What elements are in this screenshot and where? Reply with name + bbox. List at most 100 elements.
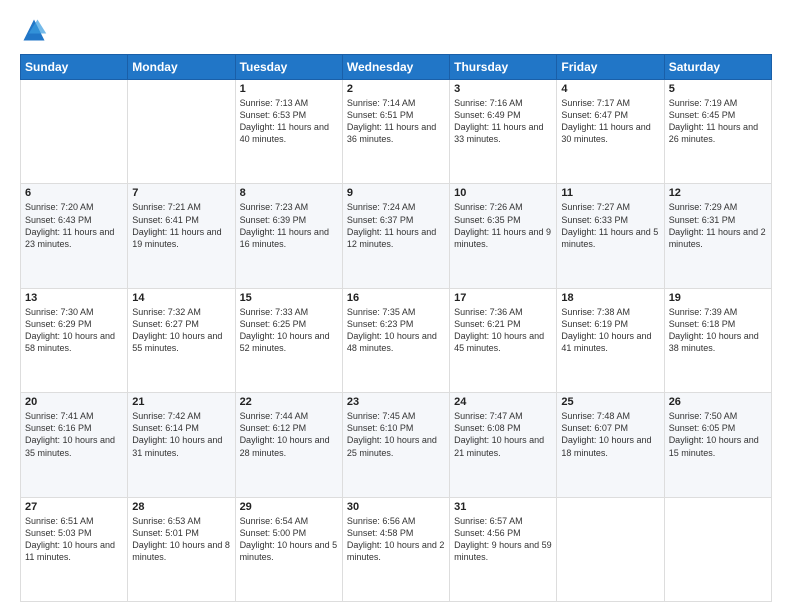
calendar-cell: 16 Sunrise: 7:35 AM Sunset: 6:23 PM Dayli… xyxy=(342,288,449,392)
calendar-cell: 19 Sunrise: 7:39 AM Sunset: 6:18 PM Dayli… xyxy=(664,288,771,392)
calendar-cell xyxy=(21,80,128,184)
cell-content: Sunrise: 7:29 AM Sunset: 6:31 PM Dayligh… xyxy=(669,201,767,250)
cell-content: Sunrise: 7:44 AM Sunset: 6:12 PM Dayligh… xyxy=(240,410,338,459)
weekday-header-monday: Monday xyxy=(128,55,235,80)
day-number: 5 xyxy=(669,83,767,95)
calendar-cell: 8 Sunrise: 7:23 AM Sunset: 6:39 PM Daylig… xyxy=(235,184,342,288)
cell-content: Sunrise: 7:32 AM Sunset: 6:27 PM Dayligh… xyxy=(132,306,230,355)
cell-content: Sunrise: 7:17 AM Sunset: 6:47 PM Dayligh… xyxy=(561,97,659,146)
cell-content: Sunrise: 7:23 AM Sunset: 6:39 PM Dayligh… xyxy=(240,201,338,250)
calendar-cell: 22 Sunrise: 7:44 AM Sunset: 6:12 PM Dayli… xyxy=(235,393,342,497)
calendar-cell: 4 Sunrise: 7:17 AM Sunset: 6:47 PM Daylig… xyxy=(557,80,664,184)
cell-content: Sunrise: 7:39 AM Sunset: 6:18 PM Dayligh… xyxy=(669,306,767,355)
day-number: 30 xyxy=(347,501,445,513)
weekday-header-friday: Friday xyxy=(557,55,664,80)
cell-content: Sunrise: 7:35 AM Sunset: 6:23 PM Dayligh… xyxy=(347,306,445,355)
calendar-cell: 24 Sunrise: 7:47 AM Sunset: 6:08 PM Dayli… xyxy=(450,393,557,497)
day-number: 3 xyxy=(454,83,552,95)
calendar-cell: 10Sunrise: 7:26 AM Sunset: 6:35 PM Dayli… xyxy=(450,184,557,288)
day-number: 18 xyxy=(561,292,659,304)
cell-content: Sunrise: 6:51 AM Sunset: 5:03 PM Dayligh… xyxy=(25,515,123,564)
calendar-cell: 14 Sunrise: 7:32 AM Sunset: 6:27 PM Dayli… xyxy=(128,288,235,392)
cell-content: Sunrise: 7:24 AM Sunset: 6:37 PM Dayligh… xyxy=(347,201,445,250)
cell-content: Sunrise: 7:14 AM Sunset: 6:51 PM Dayligh… xyxy=(347,97,445,146)
calendar-cell: 2 Sunrise: 7:14 AM Sunset: 6:51 PM Daylig… xyxy=(342,80,449,184)
calendar-cell: 31 Sunrise: 6:57 AM Sunset: 4:56 PM Dayli… xyxy=(450,497,557,601)
page: SundayMondayTuesdayWednesdayThursdayFrid… xyxy=(0,0,792,612)
day-number: 28 xyxy=(132,501,230,513)
calendar-cell xyxy=(664,497,771,601)
weekday-header-sunday: Sunday xyxy=(21,55,128,80)
day-number: 23 xyxy=(347,396,445,408)
calendar-week-5: 27 Sunrise: 6:51 AM Sunset: 5:03 PM Dayli… xyxy=(21,497,772,601)
calendar-cell: 5Sunrise: 7:19 AM Sunset: 6:45 PM Daylig… xyxy=(664,80,771,184)
day-number: 1 xyxy=(240,83,338,95)
day-number: 21 xyxy=(132,396,230,408)
calendar-cell: 3 Sunrise: 7:16 AM Sunset: 6:49 PM Daylig… xyxy=(450,80,557,184)
day-number: 13 xyxy=(25,292,123,304)
cell-content: Sunrise: 7:33 AM Sunset: 6:25 PM Dayligh… xyxy=(240,306,338,355)
day-number: 20 xyxy=(25,396,123,408)
day-number: 7 xyxy=(132,187,230,199)
cell-content: Sunrise: 7:47 AM Sunset: 6:08 PM Dayligh… xyxy=(454,410,552,459)
cell-content: Sunrise: 6:57 AM Sunset: 4:56 PM Dayligh… xyxy=(454,515,552,564)
cell-content: Sunrise: 7:27 AM Sunset: 6:33 PM Dayligh… xyxy=(561,201,659,250)
calendar-cell: 1 Sunrise: 7:13 AM Sunset: 6:53 PM Daylig… xyxy=(235,80,342,184)
calendar-cell: 7 Sunrise: 7:21 AM Sunset: 6:41 PM Daylig… xyxy=(128,184,235,288)
day-number: 31 xyxy=(454,501,552,513)
logo xyxy=(20,16,52,44)
calendar-cell: 29 Sunrise: 6:54 AM Sunset: 5:00 PM Dayli… xyxy=(235,497,342,601)
weekday-header-wednesday: Wednesday xyxy=(342,55,449,80)
calendar-cell: 20 Sunrise: 7:41 AM Sunset: 6:16 PM Dayli… xyxy=(21,393,128,497)
day-number: 14 xyxy=(132,292,230,304)
cell-content: Sunrise: 7:16 AM Sunset: 6:49 PM Dayligh… xyxy=(454,97,552,146)
cell-content: Sunrise: 7:42 AM Sunset: 6:14 PM Dayligh… xyxy=(132,410,230,459)
cell-content: Sunrise: 7:41 AM Sunset: 6:16 PM Dayligh… xyxy=(25,410,123,459)
day-number: 24 xyxy=(454,396,552,408)
day-number: 16 xyxy=(347,292,445,304)
calendar-week-1: 1 Sunrise: 7:13 AM Sunset: 6:53 PM Daylig… xyxy=(21,80,772,184)
day-number: 22 xyxy=(240,396,338,408)
calendar-cell: 21 Sunrise: 7:42 AM Sunset: 6:14 PM Dayli… xyxy=(128,393,235,497)
weekday-header-saturday: Saturday xyxy=(664,55,771,80)
cell-content: Sunrise: 7:26 AM Sunset: 6:35 PM Dayligh… xyxy=(454,201,552,250)
cell-content: Sunrise: 6:54 AM Sunset: 5:00 PM Dayligh… xyxy=(240,515,338,564)
day-number: 4 xyxy=(561,83,659,95)
day-number: 8 xyxy=(240,187,338,199)
calendar-cell: 18 Sunrise: 7:38 AM Sunset: 6:19 PM Dayli… xyxy=(557,288,664,392)
day-number: 29 xyxy=(240,501,338,513)
day-number: 26 xyxy=(669,396,767,408)
calendar-cell: 30 Sunrise: 6:56 AM Sunset: 4:58 PM Dayli… xyxy=(342,497,449,601)
cell-content: Sunrise: 7:13 AM Sunset: 6:53 PM Dayligh… xyxy=(240,97,338,146)
calendar-cell: 27 Sunrise: 6:51 AM Sunset: 5:03 PM Dayli… xyxy=(21,497,128,601)
day-number: 27 xyxy=(25,501,123,513)
day-number: 2 xyxy=(347,83,445,95)
calendar-cell: 15 Sunrise: 7:33 AM Sunset: 6:25 PM Dayli… xyxy=(235,288,342,392)
cell-content: Sunrise: 7:36 AM Sunset: 6:21 PM Dayligh… xyxy=(454,306,552,355)
day-number: 12 xyxy=(669,187,767,199)
calendar-cell: 25Sunrise: 7:48 AM Sunset: 6:07 PM Dayli… xyxy=(557,393,664,497)
weekday-header-row: SundayMondayTuesdayWednesdayThursdayFrid… xyxy=(21,55,772,80)
cell-content: Sunrise: 7:21 AM Sunset: 6:41 PM Dayligh… xyxy=(132,201,230,250)
cell-content: Sunrise: 6:56 AM Sunset: 4:58 PM Dayligh… xyxy=(347,515,445,564)
weekday-header-thursday: Thursday xyxy=(450,55,557,80)
calendar-cell: 13 Sunrise: 7:30 AM Sunset: 6:29 PM Dayli… xyxy=(21,288,128,392)
cell-content: Sunrise: 7:38 AM Sunset: 6:19 PM Dayligh… xyxy=(561,306,659,355)
calendar-cell: 23Sunrise: 7:45 AM Sunset: 6:10 PM Dayli… xyxy=(342,393,449,497)
calendar-cell: 6Sunrise: 7:20 AM Sunset: 6:43 PM Daylig… xyxy=(21,184,128,288)
day-number: 15 xyxy=(240,292,338,304)
day-number: 19 xyxy=(669,292,767,304)
calendar-cell xyxy=(128,80,235,184)
cell-content: Sunrise: 7:20 AM Sunset: 6:43 PM Dayligh… xyxy=(25,201,123,250)
cell-content: Sunrise: 7:48 AM Sunset: 6:07 PM Dayligh… xyxy=(561,410,659,459)
day-number: 11 xyxy=(561,187,659,199)
calendar-cell: 26 Sunrise: 7:50 AM Sunset: 6:05 PM Dayli… xyxy=(664,393,771,497)
calendar-cell: 9Sunrise: 7:24 AM Sunset: 6:37 PM Daylig… xyxy=(342,184,449,288)
day-number: 17 xyxy=(454,292,552,304)
cell-content: Sunrise: 7:50 AM Sunset: 6:05 PM Dayligh… xyxy=(669,410,767,459)
calendar-cell: 17 Sunrise: 7:36 AM Sunset: 6:21 PM Dayli… xyxy=(450,288,557,392)
cell-content: Sunrise: 7:30 AM Sunset: 6:29 PM Dayligh… xyxy=(25,306,123,355)
calendar-cell: 28 Sunrise: 6:53 AM Sunset: 5:01 PM Dayli… xyxy=(128,497,235,601)
calendar-cell: 11 Sunrise: 7:27 AM Sunset: 6:33 PM Dayli… xyxy=(557,184,664,288)
cell-content: Sunrise: 6:53 AM Sunset: 5:01 PM Dayligh… xyxy=(132,515,230,564)
